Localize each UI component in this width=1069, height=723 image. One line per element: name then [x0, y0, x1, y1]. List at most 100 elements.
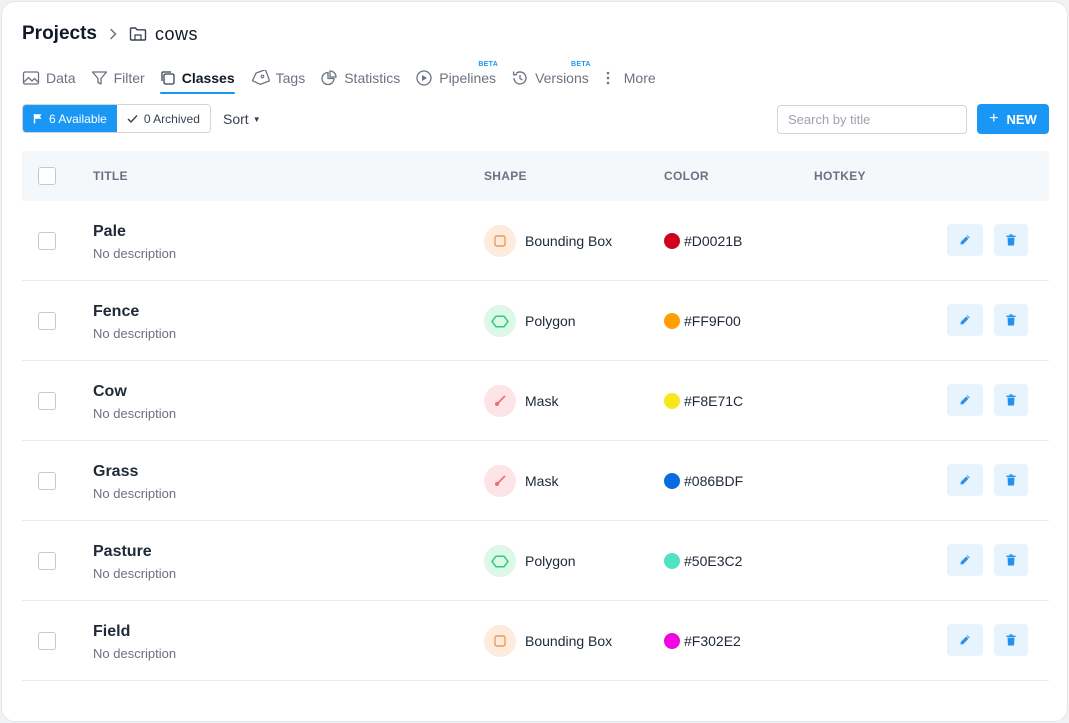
- table-row: Pasture No description Polygon #50E3C2: [22, 521, 1049, 601]
- archived-label: 0 Archived: [143, 111, 200, 126]
- edit-button[interactable]: [947, 624, 983, 656]
- history-icon: [512, 71, 527, 85]
- row-checkbox[interactable]: [38, 312, 56, 330]
- select-all-checkbox[interactable]: [38, 167, 56, 185]
- tab-filter[interactable]: Filter: [91, 65, 145, 91]
- tab-classes[interactable]: Classes: [159, 65, 235, 94]
- table-row: Cow No description Mask #F8E71C: [22, 361, 1049, 441]
- edit-button[interactable]: [947, 544, 983, 576]
- row-checkbox[interactable]: [38, 392, 56, 410]
- delete-button[interactable]: [994, 384, 1028, 416]
- archived-filter-button[interactable]: 0 Archived: [116, 105, 210, 132]
- tab-tags[interactable]: Tags: [250, 65, 306, 91]
- edit-button[interactable]: [947, 224, 983, 256]
- tab-pipelines[interactable]: Pipelines BETA: [415, 61, 498, 91]
- tab-label: Statistics: [344, 70, 401, 86]
- trash-icon: [1006, 394, 1016, 406]
- tab-label: Tags: [275, 70, 306, 86]
- table-header: TITLE SHAPE COLOR HOTKEY: [22, 151, 1049, 201]
- delete-button[interactable]: [994, 624, 1028, 656]
- caret-down-icon: ▼: [252, 114, 261, 124]
- tab-label: Filter: [113, 70, 145, 86]
- color-swatch: [664, 553, 680, 569]
- chevron-right-icon: [109, 28, 117, 40]
- color-hex: #50E3C2: [684, 553, 743, 569]
- delete-button[interactable]: [994, 304, 1028, 336]
- brush-icon: [484, 465, 516, 497]
- check-icon: [127, 114, 138, 123]
- column-header-hotkey: HOTKEY: [814, 169, 866, 183]
- class-description: No description: [93, 566, 177, 581]
- tab-statistics[interactable]: Statistics: [320, 65, 400, 91]
- delete-button[interactable]: [994, 224, 1028, 256]
- column-header-shape: SHAPE: [484, 169, 527, 183]
- color-hex: #FF9F00: [684, 313, 741, 329]
- pencil-icon: [960, 395, 970, 405]
- color-swatch: [664, 313, 680, 329]
- shape-label: Mask: [525, 393, 559, 409]
- beta-badge: BETA: [478, 61, 499, 68]
- tab-label: Versions: [535, 70, 589, 86]
- table-row: Fence No description Polygon #FF9F00: [22, 281, 1049, 361]
- color-swatch: [664, 393, 680, 409]
- tag-icon: [251, 70, 270, 86]
- delete-button[interactable]: [994, 464, 1028, 496]
- class-title[interactable]: Grass: [93, 463, 138, 481]
- shape-label: Bounding Box: [525, 633, 613, 649]
- trash-icon: [1006, 554, 1016, 566]
- row-checkbox[interactable]: [38, 232, 56, 250]
- row-checkbox[interactable]: [38, 632, 56, 650]
- folder-icon: [129, 26, 147, 42]
- color-swatch: [664, 633, 680, 649]
- trash-icon: [1006, 634, 1016, 646]
- color-hex: #D0021B: [684, 233, 743, 249]
- trash-icon: [1006, 234, 1016, 246]
- pencil-icon: [960, 635, 970, 645]
- edit-button[interactable]: [947, 464, 983, 496]
- class-title[interactable]: Pasture: [93, 543, 152, 561]
- class-title[interactable]: Cow: [93, 383, 127, 401]
- sort-dropdown[interactable]: Sort ▼: [223, 111, 261, 127]
- class-description: No description: [93, 646, 177, 661]
- tab-label: More: [623, 70, 656, 86]
- search-input[interactable]: [788, 112, 964, 127]
- breadcrumb: Projects cows: [22, 22, 198, 46]
- pencil-icon: [960, 475, 970, 485]
- pencil-icon: [960, 235, 970, 245]
- class-title[interactable]: Pale: [93, 223, 126, 241]
- pencil-icon: [960, 315, 970, 325]
- edit-button[interactable]: [947, 304, 983, 336]
- row-checkbox[interactable]: [38, 472, 56, 490]
- available-filter-button[interactable]: 6 Available: [23, 105, 117, 132]
- app-window: Projects cows Data Filter Classes Tags S…: [1, 1, 1068, 722]
- column-header-title: TITLE: [93, 169, 128, 183]
- color-swatch: [664, 473, 680, 489]
- color-hex: #F302E2: [684, 633, 741, 649]
- color-swatch: [664, 233, 680, 249]
- trash-icon: [1006, 314, 1016, 326]
- tab-versions[interactable]: Versions BETA: [511, 61, 590, 91]
- table-row: Grass No description Mask #086BDF: [22, 441, 1049, 521]
- class-title[interactable]: Fence: [93, 303, 139, 321]
- new-class-button[interactable]: + NEW: [977, 104, 1049, 134]
- color-hex: #086BDF: [684, 473, 744, 489]
- table-row: Pale No description Bounding Box #D0021B: [22, 201, 1049, 281]
- color-hex: #F8E71C: [684, 393, 744, 409]
- project-tabs: Data Filter Classes Tags Statistics Pipe…: [22, 61, 671, 94]
- tab-more[interactable]: More: [604, 65, 656, 91]
- tab-label: Pipelines: [439, 70, 497, 86]
- class-title[interactable]: Field: [93, 623, 130, 641]
- pie-chart-icon: [321, 70, 337, 86]
- breadcrumb-current-project: cows: [154, 23, 198, 44]
- copy-icon: [161, 71, 175, 85]
- breadcrumb-projects-link[interactable]: Projects: [22, 23, 97, 45]
- shape-label: Polygon: [525, 313, 576, 329]
- delete-button[interactable]: [994, 544, 1028, 576]
- shape-label: Bounding Box: [525, 233, 613, 249]
- trash-icon: [1006, 474, 1016, 486]
- edit-button[interactable]: [947, 384, 983, 416]
- filter-icon: [91, 71, 107, 85]
- row-checkbox[interactable]: [38, 552, 56, 570]
- flag-icon: [33, 114, 42, 124]
- tab-data[interactable]: Data: [22, 65, 76, 91]
